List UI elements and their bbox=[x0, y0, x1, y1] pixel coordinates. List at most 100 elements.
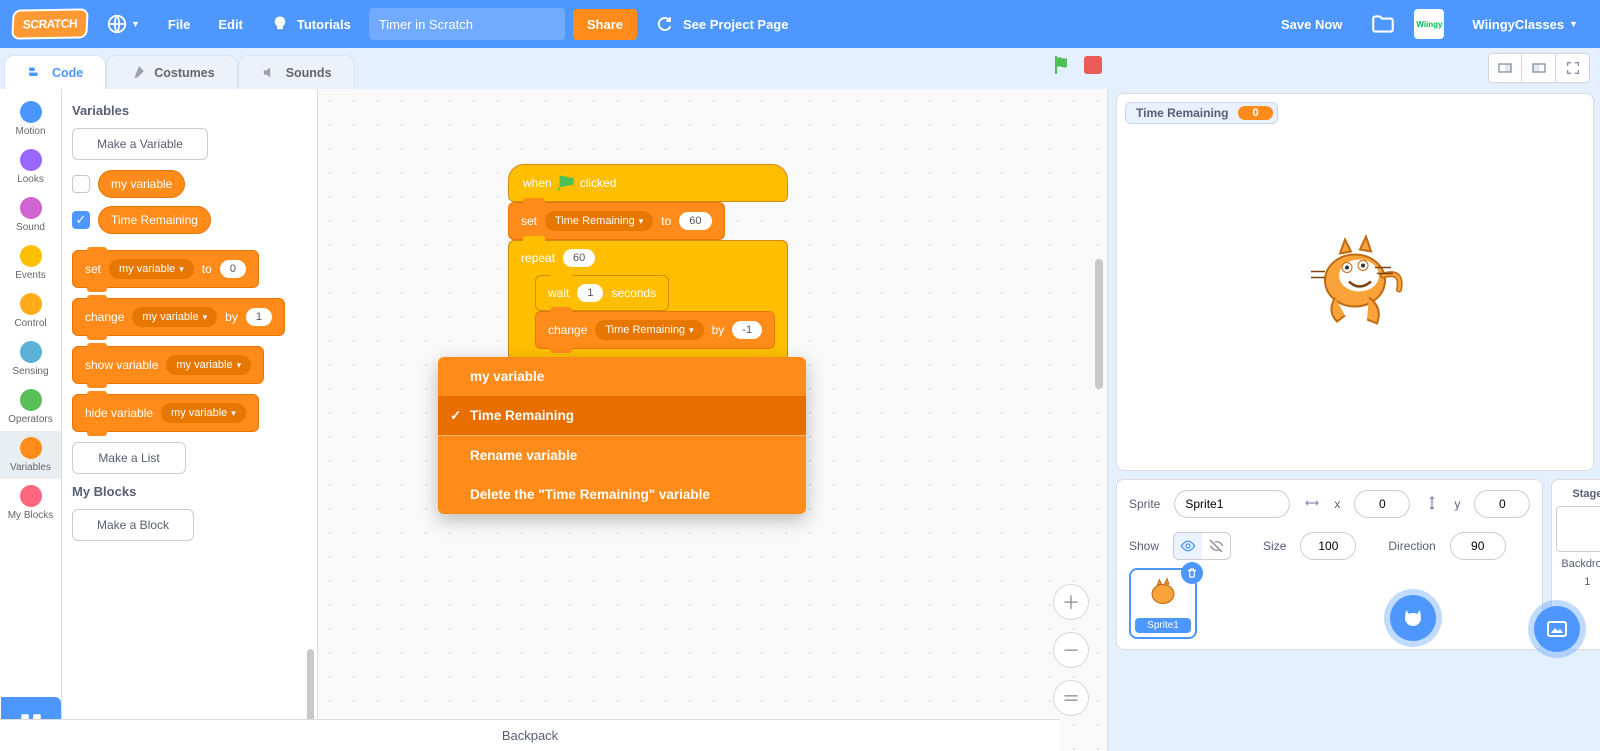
lightbulb-icon bbox=[271, 15, 289, 33]
block-hide-variable[interactable]: hide variablemy variable bbox=[72, 394, 259, 432]
sprite-y-input[interactable] bbox=[1474, 490, 1530, 518]
stage-large-button[interactable] bbox=[1522, 53, 1556, 83]
tab-row: Code Costumes Sounds bbox=[0, 48, 1600, 89]
stage[interactable]: Time Remaining0 bbox=[1116, 93, 1594, 471]
backdrop-thumb[interactable] bbox=[1556, 506, 1600, 552]
make-block-button[interactable]: Make a Block bbox=[72, 509, 194, 541]
sprite-name-input[interactable] bbox=[1174, 490, 1290, 518]
variable-context-menu: my variable Time Remaining Rename variab… bbox=[438, 357, 806, 514]
variable-pill[interactable]: Time Remaining bbox=[98, 206, 211, 234]
ctx-rename-variable[interactable]: Rename variable bbox=[438, 436, 806, 475]
cat-control[interactable]: Control bbox=[0, 287, 61, 335]
sprite-direction-input[interactable] bbox=[1450, 532, 1506, 560]
scratch-logo[interactable]: SCRATCH bbox=[11, 8, 89, 39]
block-repeat[interactable]: repeat60 wait1seconds changeTime Remaini… bbox=[508, 240, 788, 374]
main-area: Motion Looks Sound Events Control Sensin… bbox=[0, 89, 1600, 751]
stage-small-button[interactable] bbox=[1488, 53, 1522, 83]
see-project-page-button[interactable]: See Project Page bbox=[645, 7, 799, 41]
tutorials-button[interactable]: Tutorials bbox=[261, 7, 361, 41]
cat-myblocks[interactable]: My Blocks bbox=[0, 479, 61, 527]
backpack-bar[interactable]: Backpack bbox=[0, 719, 1060, 751]
add-sprite-button[interactable] bbox=[1390, 595, 1436, 641]
make-list-button[interactable]: Make a List bbox=[72, 442, 186, 474]
block-change-time[interactable]: changeTime Remainingby-1 bbox=[535, 311, 775, 349]
green-flag-icon[interactable] bbox=[1050, 53, 1074, 77]
make-variable-button[interactable]: Make a Variable bbox=[72, 128, 208, 160]
block-set-variable[interactable]: setmy variableto0 bbox=[72, 250, 259, 288]
block-palette: Variables Make a Variable my variable ✓ … bbox=[62, 89, 318, 751]
workspace[interactable]: whenclicked setTime Remainingto60 repeat… bbox=[318, 89, 1108, 751]
project-title-input[interactable] bbox=[369, 8, 565, 40]
tab-code[interactable]: Code bbox=[4, 55, 106, 89]
sprite-list: Sprite1 bbox=[1129, 568, 1530, 639]
globe-icon bbox=[106, 13, 128, 35]
variable-time-remaining[interactable]: ✓ Time Remaining bbox=[72, 206, 307, 234]
sprite-info-panel: Sprite x y Show Size bbox=[1116, 479, 1543, 650]
brush-icon bbox=[129, 64, 146, 81]
cat-variables[interactable]: Variables bbox=[0, 431, 61, 479]
cat-motion[interactable]: Motion bbox=[0, 95, 61, 143]
stop-icon[interactable] bbox=[1084, 56, 1102, 74]
share-button[interactable]: Share bbox=[573, 9, 637, 40]
user-avatar[interactable]: Wiingy bbox=[1414, 9, 1444, 39]
cat-thumb-icon bbox=[1141, 574, 1185, 614]
save-now-button[interactable]: Save Now bbox=[1271, 9, 1352, 40]
stage-variable-monitor[interactable]: Time Remaining0 bbox=[1125, 102, 1278, 124]
size-label: Size bbox=[1263, 539, 1286, 553]
checkbox-my-variable[interactable] bbox=[72, 175, 90, 193]
sprite-name-label: Sprite bbox=[1129, 497, 1160, 511]
sprite-x-input[interactable] bbox=[1354, 490, 1410, 518]
cat-sensing[interactable]: Sensing bbox=[0, 335, 61, 383]
block-set-time[interactable]: setTime Remainingto60 bbox=[508, 202, 725, 240]
x-label: x bbox=[1334, 497, 1340, 511]
block-when-flag-clicked[interactable]: whenclicked bbox=[508, 164, 788, 202]
variable-pill[interactable]: my variable bbox=[98, 170, 185, 198]
sound-icon bbox=[261, 64, 278, 81]
sprite-on-stage[interactable] bbox=[1305, 226, 1405, 339]
edit-menu[interactable]: Edit bbox=[208, 9, 253, 40]
variable-my-variable[interactable]: my variable bbox=[72, 170, 307, 198]
add-backdrop-button[interactable] bbox=[1534, 606, 1580, 652]
cat-looks[interactable]: Looks bbox=[0, 143, 61, 191]
tab-sounds[interactable]: Sounds bbox=[238, 55, 355, 89]
block-wait[interactable]: wait1seconds bbox=[535, 275, 669, 311]
menu-bar: SCRATCH ▼ File Edit Tutorials Share See … bbox=[0, 0, 1600, 48]
sprite-thumbnail[interactable]: Sprite1 bbox=[1129, 568, 1197, 639]
checkbox-time-remaining[interactable]: ✓ bbox=[72, 211, 90, 229]
fullscreen-button[interactable] bbox=[1556, 53, 1590, 83]
ctx-option-my-variable[interactable]: my variable bbox=[438, 357, 806, 396]
delete-sprite-button[interactable] bbox=[1181, 562, 1203, 584]
workspace-zoom-controls: ＋ － ＝ bbox=[1053, 584, 1089, 716]
stage-run-controls bbox=[1050, 53, 1102, 77]
file-menu[interactable]: File bbox=[158, 9, 200, 40]
backdrops-count: 1 bbox=[1584, 576, 1590, 588]
visibility-show[interactable] bbox=[1174, 533, 1202, 559]
y-arrows-icon bbox=[1424, 495, 1440, 514]
menu-right: Save Now Wiingy WiingyClasses▼ bbox=[1271, 9, 1588, 40]
visibility-toggle[interactable] bbox=[1173, 532, 1231, 560]
sprite-thumb-label: Sprite1 bbox=[1135, 618, 1191, 633]
cat-events[interactable]: Events bbox=[0, 239, 61, 287]
ctx-option-time-remaining[interactable]: Time Remaining bbox=[438, 396, 806, 435]
script-stack[interactable]: whenclicked setTime Remainingto60 repeat… bbox=[508, 164, 788, 374]
cat-sound[interactable]: Sound bbox=[0, 191, 61, 239]
stage-title: Stage bbox=[1572, 488, 1600, 500]
language-menu[interactable]: ▼ bbox=[96, 5, 150, 43]
zoom-in-button[interactable]: ＋ bbox=[1053, 584, 1089, 620]
x-arrows-icon bbox=[1304, 495, 1320, 514]
cat-sprite-icon bbox=[1305, 226, 1405, 336]
sprite-size-input[interactable] bbox=[1300, 532, 1356, 560]
image-icon bbox=[1545, 617, 1569, 641]
workspace-v-scrollbar[interactable] bbox=[1095, 259, 1103, 389]
block-change-variable[interactable]: changemy variableby1 bbox=[72, 298, 285, 336]
visibility-hide[interactable] bbox=[1202, 533, 1230, 559]
zoom-reset-button[interactable]: ＝ bbox=[1053, 680, 1089, 716]
cat-operators[interactable]: Operators bbox=[0, 383, 61, 431]
zoom-out-button[interactable]: － bbox=[1053, 632, 1089, 668]
palette-heading-variables: Variables bbox=[72, 103, 307, 118]
ctx-delete-variable[interactable]: Delete the "Time Remaining" variable bbox=[438, 475, 806, 514]
folder-icon[interactable] bbox=[1370, 11, 1396, 37]
username-menu[interactable]: WiingyClasses▼ bbox=[1462, 9, 1588, 40]
block-show-variable[interactable]: show variablemy variable bbox=[72, 346, 264, 384]
tab-costumes[interactable]: Costumes bbox=[106, 55, 237, 89]
